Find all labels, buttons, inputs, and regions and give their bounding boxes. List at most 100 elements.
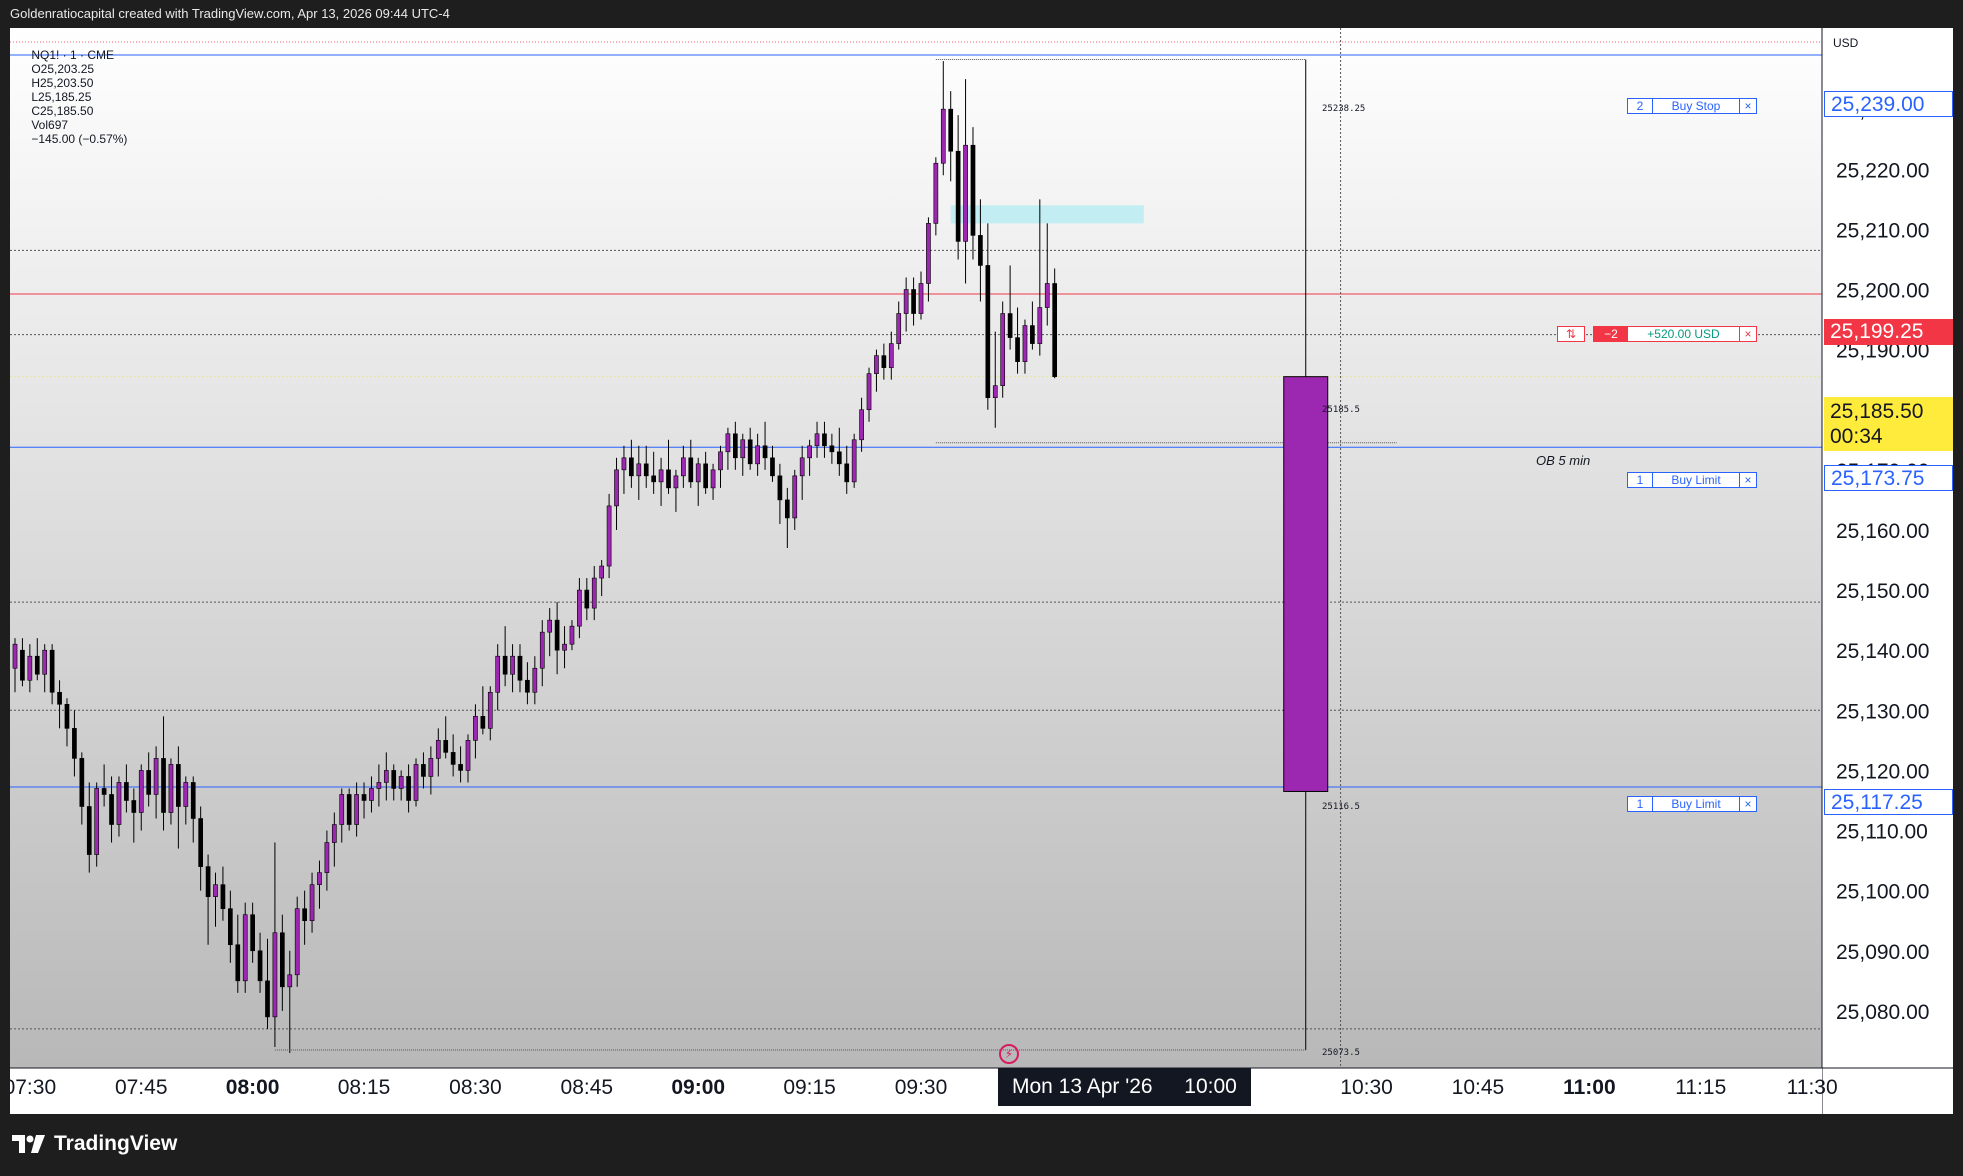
- candle-body: [584, 589, 590, 609]
- lightning-icon[interactable]: ⚡: [999, 1044, 1019, 1064]
- candle-body: [539, 631, 545, 669]
- close-icon[interactable]: ×: [1739, 99, 1756, 113]
- candle-body: [287, 974, 293, 988]
- candle-body: [829, 445, 835, 453]
- candle-body: [963, 144, 968, 242]
- candle-body: [740, 439, 746, 459]
- legend-close: C25,185.50: [31, 104, 94, 118]
- candle-body: [978, 235, 983, 266]
- candle-body: [911, 289, 916, 314]
- close-icon[interactable]: ×: [1739, 473, 1756, 487]
- candle-body: [406, 776, 411, 801]
- candle-body: [369, 788, 374, 801]
- price-tag-buy-limit-1: 25,173.75: [1824, 465, 1953, 491]
- candle-body: [718, 451, 723, 471]
- crosshair-date: Mon 13 Apr '26: [1012, 1075, 1153, 1098]
- candle-body: [874, 355, 879, 374]
- candle-body: [510, 655, 515, 675]
- htf-low-label: 25073.5: [1322, 1048, 1360, 1058]
- candle-body: [34, 655, 40, 675]
- candle-body: [844, 463, 850, 483]
- tradingview-logo[interactable]: TradingView: [12, 1132, 177, 1156]
- legend-volume: Vol697: [31, 118, 69, 132]
- candle-body: [569, 625, 575, 645]
- candle-body: [131, 800, 137, 813]
- liquidity-zone-rect[interactable]: [950, 205, 1144, 224]
- candle-body: [703, 463, 708, 489]
- price-tick-label: 25,080.00: [1836, 1001, 1929, 1024]
- order-label: Buy Stop: [1671, 99, 1721, 113]
- candle-body: [606, 505, 612, 567]
- candle-body: [532, 667, 538, 693]
- candle-body: [265, 980, 270, 1018]
- candle-body: [562, 643, 567, 651]
- candle-body: [317, 872, 322, 885]
- candle-body: [1037, 307, 1043, 344]
- crosshair-time-label: Mon 13 Apr '26 10:00: [998, 1068, 1251, 1106]
- candle-body: [681, 457, 686, 477]
- candle-body: [1022, 325, 1028, 362]
- htf-close-label: 25116.5: [1322, 802, 1360, 812]
- candle-body: [525, 679, 530, 693]
- candle-body: [116, 782, 122, 825]
- close-icon[interactable]: ×: [1739, 327, 1756, 341]
- legend-symbol: NQ1! · 1 · CME: [31, 48, 115, 62]
- candle-body: [621, 457, 627, 471]
- price-tick-label: 25,220.00: [1836, 159, 1929, 182]
- close-icon[interactable]: ×: [1739, 797, 1756, 811]
- price-tag-buy-stop: 25,239.00: [1824, 91, 1953, 117]
- candle-body: [421, 764, 426, 777]
- candle-body: [294, 908, 300, 976]
- candle-body: [517, 655, 523, 681]
- price-tick-label: 25,090.00: [1836, 941, 1929, 964]
- candle-body: [859, 409, 864, 441]
- candle-body: [228, 908, 233, 946]
- candle-body: [599, 565, 605, 579]
- time-tick-label: 11:00: [1563, 1076, 1616, 1099]
- price-tick-label: 25,200.00: [1836, 279, 1929, 302]
- legend-change: −145.00 (−0.57%): [31, 132, 128, 146]
- position-line-panel[interactable]: −2 +520.00 USD ×: [1593, 326, 1757, 342]
- candle-body: [970, 144, 976, 236]
- candle-body: [124, 782, 129, 801]
- candle-body: [940, 108, 946, 164]
- chart-canvas[interactable]: 25,080.00 25,090.00 25,100.00 25,110.00 25,1…: [10, 28, 1953, 1114]
- order-qty: 1: [1628, 473, 1653, 487]
- htf-candle-body[interactable]: [1283, 376, 1329, 792]
- candle-body: [866, 373, 872, 411]
- candle-body: [190, 782, 196, 819]
- tradingview-logo-icon: [12, 1135, 45, 1153]
- candle-body: [220, 884, 226, 909]
- candle-body: [762, 445, 768, 459]
- price-tick-label: 25,110.00: [1836, 821, 1928, 844]
- time-tick-label: 10:30: [1340, 1076, 1393, 1099]
- candle-body: [933, 162, 939, 224]
- htf-high-label: 25238.25: [1322, 104, 1366, 114]
- currency-label[interactable]: USD: [1833, 36, 1858, 50]
- position-reverse-button[interactable]: ⇅: [1557, 326, 1585, 342]
- candle-body: [710, 469, 716, 489]
- price-tick-label: 25,140.00: [1836, 640, 1929, 663]
- candle-body: [213, 884, 218, 897]
- candle-body: [643, 463, 649, 477]
- order-label: Buy Limit: [1671, 473, 1721, 487]
- order-buy-limit-1[interactable]: 1 Buy Limit ×: [1627, 472, 1757, 488]
- position-qty: −2: [1594, 327, 1628, 341]
- candle-body: [198, 818, 203, 867]
- time-tick-label: 11:30: [1787, 1076, 1838, 1099]
- candle-body: [354, 794, 359, 825]
- candle-body: [881, 355, 887, 368]
- candle-body: [250, 914, 255, 952]
- candle-body: [94, 788, 100, 855]
- candle-body: [272, 932, 278, 1018]
- chart-frame[interactable]: 25,080.00 25,090.00 25,100.00 25,110.00 25,1…: [10, 28, 1953, 1114]
- time-tick-label: 08:15: [338, 1076, 391, 1099]
- candle-body: [948, 108, 954, 152]
- ob-label[interactable]: OB 5 min: [1536, 453, 1590, 468]
- order-buy-limit-2[interactable]: 1 Buy Limit ×: [1627, 796, 1757, 812]
- reverse-icon: ⇅: [1565, 327, 1577, 341]
- candle-body: [235, 944, 241, 982]
- plot-background: [10, 28, 1822, 1068]
- order-buy-stop[interactable]: 2 Buy Stop ×: [1627, 98, 1757, 114]
- price-tag-buy-limit-2: 25,117.25: [1824, 789, 1953, 815]
